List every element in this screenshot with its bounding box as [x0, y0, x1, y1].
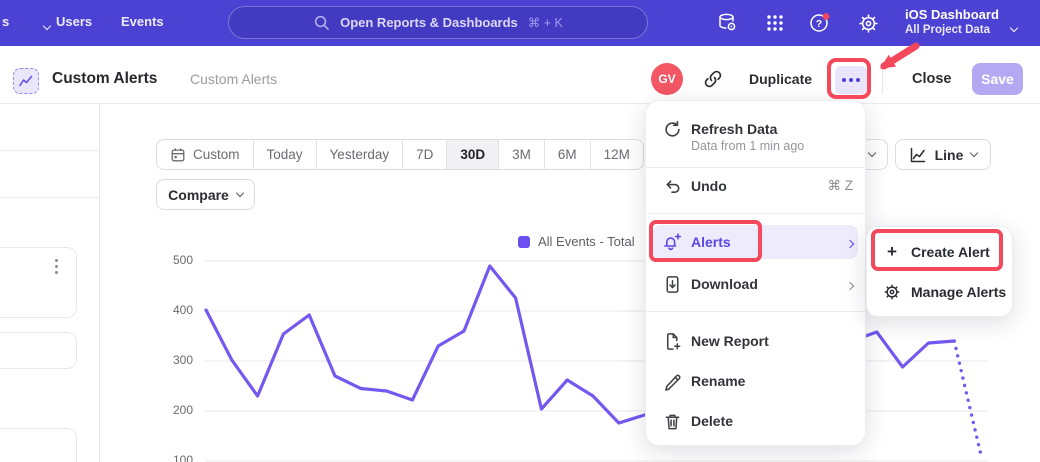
alerts-submenu: + Create Alert Manage Alerts	[866, 226, 1013, 317]
search-input[interactable]: Open Reports & Dashboards ⌘ + K	[228, 6, 648, 39]
menu-item-rename[interactable]: Rename	[646, 365, 867, 397]
date-range-today[interactable]: Today	[254, 140, 317, 169]
nav-item-events[interactable]: Events	[121, 14, 164, 29]
menu-divider	[646, 311, 867, 312]
date-range-30d-selected[interactable]: 30D	[447, 140, 499, 169]
chevron-down-icon	[236, 189, 244, 197]
app-window: s Users Events Open Reports & Dashboards…	[0, 0, 1040, 462]
refresh-icon	[662, 119, 682, 139]
page-title: Custom Alerts	[52, 70, 157, 88]
duplicate-button[interactable]: Duplicate	[749, 71, 812, 87]
undo-shortcut: ⌘ Z	[828, 178, 854, 194]
copy-link-icon[interactable]	[702, 68, 724, 90]
date-range-custom[interactable]: Custom	[157, 140, 254, 169]
report-type-icon	[13, 68, 39, 94]
menu-divider	[646, 167, 867, 168]
menu-item-undo[interactable]: Undo ⌘ Z	[646, 170, 867, 202]
avatar[interactable]: GV	[651, 63, 683, 95]
menu-item-delete[interactable]: Delete	[646, 405, 867, 437]
search-icon	[313, 14, 330, 31]
kebab-menu-icon[interactable]	[52, 256, 61, 277]
sidebar-card[interactable]	[0, 428, 77, 462]
top-navbar: s Users Events Open Reports & Dashboards…	[0, 0, 1040, 46]
date-range-6m[interactable]: 6M	[545, 140, 591, 169]
more-options-button[interactable]	[835, 66, 867, 94]
menu-item-download[interactable]: Download	[646, 268, 867, 300]
nav-item-truncated[interactable]: s	[2, 14, 9, 29]
sidebar-divider	[0, 150, 99, 151]
download-icon	[662, 274, 682, 294]
close-button[interactable]: Close	[912, 71, 952, 87]
nav-item-users[interactable]: Users	[56, 14, 92, 29]
left-sidebar	[0, 104, 100, 462]
chevron-down-icon	[868, 149, 876, 157]
compare-button[interactable]: Compare	[156, 179, 255, 210]
date-range-3m[interactable]: 3M	[499, 140, 545, 169]
chevron-down-icon[interactable]	[44, 17, 50, 32]
apps-grid-icon[interactable]	[762, 10, 788, 36]
menu-item-new-report[interactable]: New Report	[646, 325, 867, 357]
new-report-icon	[662, 331, 682, 351]
project-name: iOS Dashboard	[905, 6, 999, 23]
date-range-12m[interactable]: 12M	[591, 140, 643, 169]
help-icon[interactable]: ?	[807, 10, 833, 36]
project-chevron-down-icon[interactable]	[1011, 18, 1017, 36]
date-range-yesterday[interactable]: Yesterday	[317, 140, 404, 169]
sidebar-card[interactable]	[0, 332, 77, 369]
pencil-icon	[662, 371, 682, 391]
sidebar-card[interactable]	[0, 247, 77, 318]
sidebar-divider	[0, 197, 99, 198]
settings-gear-icon[interactable]	[855, 10, 881, 36]
project-scope: All Project Data	[905, 23, 999, 37]
date-range-control: Custom Today Yesterday 7D 30D 3M 6M 12M	[156, 139, 644, 170]
toolbar-divider	[882, 64, 883, 94]
calendar-icon	[170, 147, 186, 163]
bell-plus-icon	[662, 232, 682, 252]
submenu-chevron-right-icon	[847, 277, 853, 292]
submenu-chevron-right-icon	[847, 235, 853, 250]
breadcrumb: Custom Alerts	[190, 71, 277, 87]
save-button[interactable]: Save	[972, 63, 1023, 95]
report-options-menu: Refresh Data Data from 1 min ago Undo ⌘ …	[645, 100, 866, 446]
chevron-down-icon	[970, 149, 978, 157]
data-management-icon[interactable]	[714, 10, 740, 36]
trash-icon	[662, 411, 682, 431]
line-chart-icon	[909, 146, 927, 164]
search-placeholder: Open Reports & Dashboards	[340, 15, 518, 30]
gear-icon	[883, 283, 901, 301]
menu-divider	[646, 213, 867, 214]
submenu-item-create-alert[interactable]: + Create Alert	[867, 235, 1014, 269]
undo-icon	[662, 176, 682, 196]
report-toolbar: Custom Alerts Custom Alerts GV Duplicate…	[0, 46, 1040, 104]
refresh-data-sublabel: Data from 1 min ago	[691, 139, 804, 153]
search-shortcut: ⌘ + K	[528, 15, 563, 30]
chart-type-button[interactable]: Line	[895, 139, 991, 170]
submenu-item-manage-alerts[interactable]: Manage Alerts	[867, 275, 1014, 309]
svg-text:?: ?	[816, 18, 822, 30]
menu-item-alerts[interactable]: Alerts	[646, 226, 867, 258]
date-range-7d[interactable]: 7D	[403, 140, 447, 169]
project-switcher[interactable]: iOS Dashboard All Project Data	[905, 6, 999, 37]
plus-icon: +	[883, 243, 901, 261]
